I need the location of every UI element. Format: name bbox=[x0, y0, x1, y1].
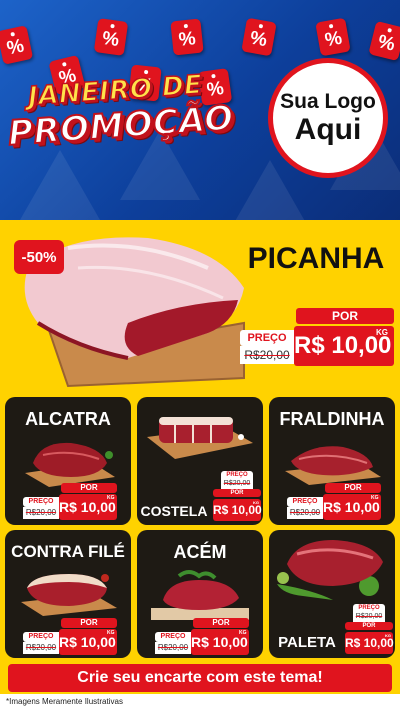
logo-text-line1: Sua Logo bbox=[280, 89, 376, 113]
old-price: R$20,00 bbox=[23, 507, 59, 519]
product-card: CONTRA FILÉ POR PREÇO R$20,00 R$ 10,00 K… bbox=[5, 530, 131, 658]
product-name: CONTRA FILÉ bbox=[11, 542, 125, 561]
por-label: POR bbox=[193, 618, 249, 628]
percent-tag-icon: % bbox=[368, 20, 400, 62]
price-tag: PREÇO R$20,00 POR bbox=[345, 604, 393, 630]
unit-label: KG bbox=[107, 495, 115, 501]
highlight-price-tag: POR PREÇO R$20,00 R$ 10,00 KG bbox=[240, 308, 394, 370]
unit-label: KG bbox=[371, 495, 379, 501]
paleta-image bbox=[277, 540, 383, 600]
old-price: R$20,00 bbox=[240, 346, 294, 364]
percent-tag-icon: % bbox=[170, 18, 204, 56]
alcatra-image bbox=[25, 442, 115, 487]
disclaimer-text: *Imagens Meramente Ilustrativas bbox=[6, 697, 123, 706]
price-tag: POR PREÇO R$20,00 R$ 10,00 KG bbox=[155, 618, 251, 658]
por-label: POR bbox=[325, 483, 381, 493]
logo-text-line2: Aqui bbox=[294, 113, 362, 147]
unit-label: KG bbox=[385, 633, 391, 638]
percent-tag-icon: % bbox=[315, 17, 351, 57]
product-card: PREÇO R$20,00 POR COSTELA R$ 10,00 KG bbox=[137, 397, 263, 525]
price-tag: POR PREÇO R$20,00 R$ 10,00 KG bbox=[23, 483, 119, 523]
percent-tag-icon: % bbox=[0, 25, 34, 65]
promo-title: JANEIRO DE PROMOÇÃO bbox=[6, 69, 266, 160]
discount-badge: -50% bbox=[14, 240, 64, 274]
product-name: ACÉM bbox=[173, 542, 227, 562]
new-price-tag: R$ 10,00 KG bbox=[213, 497, 262, 523]
por-label: POR bbox=[61, 483, 117, 493]
old-price: R$20,00 bbox=[23, 642, 59, 654]
product-card: PREÇO R$20,00 POR PALETA R$ 10,00 KG bbox=[269, 530, 395, 658]
preco-label: PREÇO bbox=[155, 632, 191, 642]
fraldinha-image bbox=[285, 446, 381, 485]
preco-label: PREÇO bbox=[23, 497, 59, 507]
preco-label: PREÇO bbox=[240, 330, 294, 346]
old-price: R$20,00 bbox=[287, 507, 323, 519]
product-name: ALCATRA bbox=[25, 409, 111, 429]
preco-label: PREÇO bbox=[221, 471, 253, 479]
unit-label: KG bbox=[253, 500, 259, 505]
preco-label: PREÇO bbox=[287, 497, 323, 507]
product-card: ALCATRA POR PREÇO R$20,00 R$ 10,00 KG bbox=[5, 397, 131, 525]
header-banner: % % % % % % % % % JANEIRO DE PROMOÇÃO Su… bbox=[0, 0, 400, 220]
acem-image bbox=[151, 570, 249, 620]
por-label: POR bbox=[296, 308, 394, 324]
new-price-tag: R$ 10,00 KG bbox=[345, 630, 394, 656]
bg-triangle bbox=[20, 150, 100, 220]
preco-label: PREÇO bbox=[353, 604, 385, 612]
por-label: POR bbox=[213, 489, 261, 497]
contra-file-image bbox=[21, 574, 117, 616]
cta-banner[interactable]: Crie seu encarte com este tema! bbox=[8, 664, 392, 692]
costela-image bbox=[147, 417, 253, 459]
price-tag: POR PREÇO R$20,00 R$ 10,00 KG bbox=[287, 483, 383, 523]
unit-label: KG bbox=[239, 630, 247, 636]
highlight-offer: -50% PICANHA POR PREÇO R$20,00 R$ 10,00 … bbox=[6, 228, 394, 388]
logo-placeholder: Sua Logo Aqui bbox=[268, 58, 388, 178]
product-card: FRALDINHA POR PREÇO R$20,00 R$ 10,00 KG bbox=[269, 397, 395, 525]
product-name: PALETA bbox=[278, 634, 336, 651]
por-label: POR bbox=[345, 622, 393, 630]
old-price: R$20,00 bbox=[221, 479, 253, 489]
old-price: R$20,00 bbox=[155, 642, 191, 654]
unit-label: KG bbox=[107, 630, 115, 636]
highlight-product-name: PICANHA bbox=[247, 242, 385, 275]
product-card: ACÉM POR PREÇO R$20,00 R$ 10,00 KG bbox=[137, 530, 263, 658]
product-name: FRALDINHA bbox=[279, 409, 385, 429]
unit-label: KG bbox=[376, 328, 388, 337]
preco-label: PREÇO bbox=[23, 632, 59, 642]
percent-tag-icon: % bbox=[93, 18, 129, 56]
por-label: POR bbox=[61, 618, 117, 628]
percent-tag-icon: % bbox=[241, 17, 277, 57]
price-tag: PREÇO R$20,00 POR bbox=[213, 471, 261, 497]
price-tag: POR PREÇO R$20,00 R$ 10,00 KG bbox=[23, 618, 119, 658]
product-name: COSTELA bbox=[140, 503, 208, 519]
old-price: R$20,00 bbox=[353, 612, 385, 622]
